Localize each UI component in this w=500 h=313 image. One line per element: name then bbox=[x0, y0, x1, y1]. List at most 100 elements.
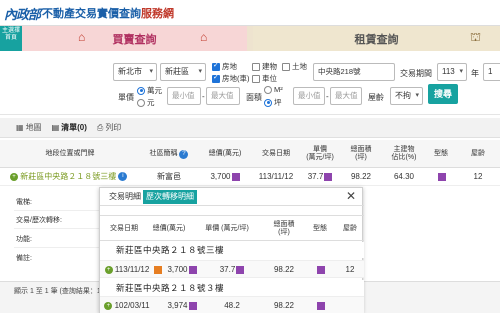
area-radio-m2[interactable]: M² bbox=[264, 85, 283, 94]
type-checkbox-land-building[interactable]: 房地 bbox=[212, 61, 237, 72]
year-select[interactable]: 113 ▾ bbox=[437, 63, 467, 81]
area-min-input[interactable]: 最小值 bbox=[293, 87, 325, 105]
col-area[interactable]: 總面積 (坪) bbox=[340, 140, 382, 168]
results-count-text: 顯示 1 至 1 筆 (查詢結果：1 bbox=[14, 288, 101, 295]
period-label: 交易期間 bbox=[400, 69, 432, 78]
expand-icon[interactable]: + bbox=[104, 301, 113, 310]
age-select[interactable]: 不拘 ▾ bbox=[390, 87, 423, 105]
map-icon: ▦ bbox=[16, 123, 24, 132]
house-decoration-icon: ⌂ bbox=[78, 30, 86, 44]
range-dash: - bbox=[326, 92, 329, 101]
row-area: 98.22 bbox=[350, 172, 372, 181]
price-unit-label: 單價 bbox=[118, 93, 134, 102]
type-icon bbox=[316, 265, 325, 274]
detail-elevator-label: 電梯: bbox=[16, 199, 32, 206]
range-dash: - bbox=[202, 92, 205, 101]
modal-col-unit[interactable]: 單價 (萬元/坪) bbox=[190, 216, 264, 242]
chevron-down-icon: ▾ bbox=[459, 68, 463, 75]
row-detail-panel: 電梯: 交易/歷次轉移: 功能: 備註: bbox=[0, 186, 100, 281]
tab-buy-label: 買賣查詢 bbox=[112, 33, 157, 46]
building-decoration-icon: ⛫ bbox=[470, 30, 482, 44]
row-main-ratio: 64.30 bbox=[393, 172, 415, 181]
detail-note-label: 備註: bbox=[16, 255, 32, 262]
address-input[interactable]: 中央路218號 bbox=[313, 63, 395, 81]
district-select[interactable]: 新莊區 ▾ bbox=[160, 63, 206, 81]
info-icon[interactable]: i bbox=[118, 172, 128, 182]
tab-transaction-detail[interactable]: 交易明細 bbox=[106, 190, 144, 204]
modal-col-total[interactable]: 總價(萬元) bbox=[148, 216, 190, 242]
type-checkbox-parking[interactable]: 車位 bbox=[252, 73, 277, 84]
type-icon bbox=[437, 172, 446, 181]
area-max-input[interactable]: 最大值 bbox=[330, 87, 362, 105]
house-decoration-icon: ⌂ bbox=[200, 30, 208, 44]
tab-transfer-history[interactable]: 歷次轉移明細 bbox=[143, 190, 197, 204]
col-address[interactable]: 地段位置或門牌 bbox=[0, 140, 140, 168]
type-checkbox-land-building-parking[interactable]: 房地(車) bbox=[212, 73, 250, 84]
filter-panel bbox=[0, 51, 500, 115]
tab-rent-label: 租賃查詢 bbox=[354, 33, 399, 46]
checkbox-icon bbox=[212, 61, 220, 71]
site-title-suffix: 服務網 bbox=[141, 8, 175, 20]
site-logo[interactable]: 內政部 不動產交易實價查詢服務網 bbox=[4, 3, 174, 23]
col-age[interactable]: 屋齡 bbox=[456, 140, 500, 168]
close-icon[interactable]: ✕ bbox=[346, 189, 356, 203]
modal-col-type[interactable]: 型態 bbox=[304, 216, 336, 242]
tag-icon bbox=[236, 265, 245, 274]
row-age: 12 bbox=[473, 172, 483, 181]
detail-function-label: 功能: bbox=[16, 236, 32, 243]
radio-icon bbox=[137, 98, 145, 107]
results-table-header: 地段位置或門牌 社區簡稱 ? 總價(萬元) 交易日期 單價 (萬元/坪) 總面積(… bbox=[0, 140, 500, 168]
unit-radio-wan[interactable]: 萬元 bbox=[137, 85, 162, 96]
row-unit-price: 37.7 bbox=[300, 168, 340, 186]
tab-rent[interactable]: 租賃查詢 bbox=[253, 26, 500, 51]
list-icon: ▤ bbox=[51, 123, 60, 132]
modal-col-area[interactable]: 總面積 (坪) bbox=[264, 216, 304, 242]
age-label: 屋齡 bbox=[368, 93, 384, 102]
detail-transfer-label: 交易/歷次轉移: bbox=[16, 217, 62, 224]
table-row[interactable]: + 新莊區中央路２１８號三樓 i 新富邑 3,700 113/11/12 37.… bbox=[0, 168, 500, 186]
modal-address: 新莊區中央路２１８號３樓 bbox=[100, 280, 364, 296]
price-min-input[interactable]: 最小值 bbox=[167, 87, 201, 105]
site-title: 不動產交易實價查詢 bbox=[42, 8, 142, 20]
modal-col-age[interactable]: 屋齡 bbox=[336, 216, 364, 242]
type-checkbox-building[interactable]: 建物 bbox=[252, 61, 277, 72]
search-button[interactable]: 搜尋 bbox=[428, 84, 458, 104]
divider bbox=[14, 247, 100, 248]
type-checkbox-land[interactable]: 土地 bbox=[282, 61, 307, 72]
tag-icon bbox=[153, 265, 162, 274]
map-view-button[interactable]: ▦ 地圖 bbox=[16, 122, 42, 133]
col-community[interactable]: 社區簡稱 ? bbox=[140, 140, 198, 168]
col-date[interactable]: 交易日期 bbox=[252, 140, 300, 168]
home-side-button[interactable]: 主選擇首頁 bbox=[0, 26, 22, 51]
city-select[interactable]: 新北市 ▾ bbox=[113, 63, 157, 81]
print-button[interactable]: ⎙ 列印 bbox=[97, 122, 121, 133]
expand-icon[interactable]: + bbox=[104, 265, 113, 274]
checkbox-icon bbox=[252, 62, 260, 71]
month-select[interactable]: 1 bbox=[483, 63, 500, 81]
print-icon: ⎙ bbox=[96, 122, 104, 132]
list-item[interactable]: + 102/03/11 3,974 48.2 98.22 bbox=[100, 296, 364, 313]
tab-buy[interactable]: 買賣查詢 bbox=[22, 26, 247, 51]
list-item[interactable]: + 113/11/12 3,700 37.7 98.22 12 bbox=[100, 260, 364, 278]
modal-address: 新莊區中央路２１８號三樓 bbox=[100, 242, 364, 258]
transfer-history-modal: 交易明細 歷次轉移明細 ✕ 交易日期 總價(萬元) 單價 (萬元/坪) 總面積(… bbox=[99, 187, 364, 313]
row-address-cell[interactable]: + 新莊區中央路２１８號三樓 i bbox=[10, 168, 140, 186]
checkbox-icon bbox=[252, 74, 260, 83]
unit-radio-yuan[interactable]: 元 bbox=[137, 97, 155, 108]
col-main-ratio[interactable]: 主建物 佔比(%) bbox=[382, 140, 426, 168]
logo-mark: 內政部 bbox=[4, 7, 41, 23]
modal-col-date[interactable]: 交易日期 bbox=[100, 216, 148, 242]
divider bbox=[14, 228, 100, 229]
list-view-button[interactable]: ▤ 清單(0) bbox=[52, 122, 87, 133]
price-max-input[interactable]: 最大值 bbox=[206, 87, 240, 105]
row-type bbox=[426, 168, 456, 186]
expand-icon[interactable]: + bbox=[10, 172, 18, 181]
row-total-price: 3,700 bbox=[198, 168, 252, 186]
tag-icon bbox=[188, 265, 197, 274]
col-unit-price[interactable]: 單價 (萬元/坪) bbox=[300, 140, 340, 168]
col-total-price[interactable]: 總價(萬元) bbox=[198, 140, 252, 168]
chevron-down-icon: ▾ bbox=[149, 68, 153, 75]
modal-table-header: 交易日期 總價(萬元) 單價 (萬元/坪) 總面積 (坪) 型態 屋齡 bbox=[100, 215, 364, 241]
col-type[interactable]: 型態 bbox=[426, 140, 456, 168]
area-radio-ping[interactable]: 坪 bbox=[264, 97, 282, 108]
